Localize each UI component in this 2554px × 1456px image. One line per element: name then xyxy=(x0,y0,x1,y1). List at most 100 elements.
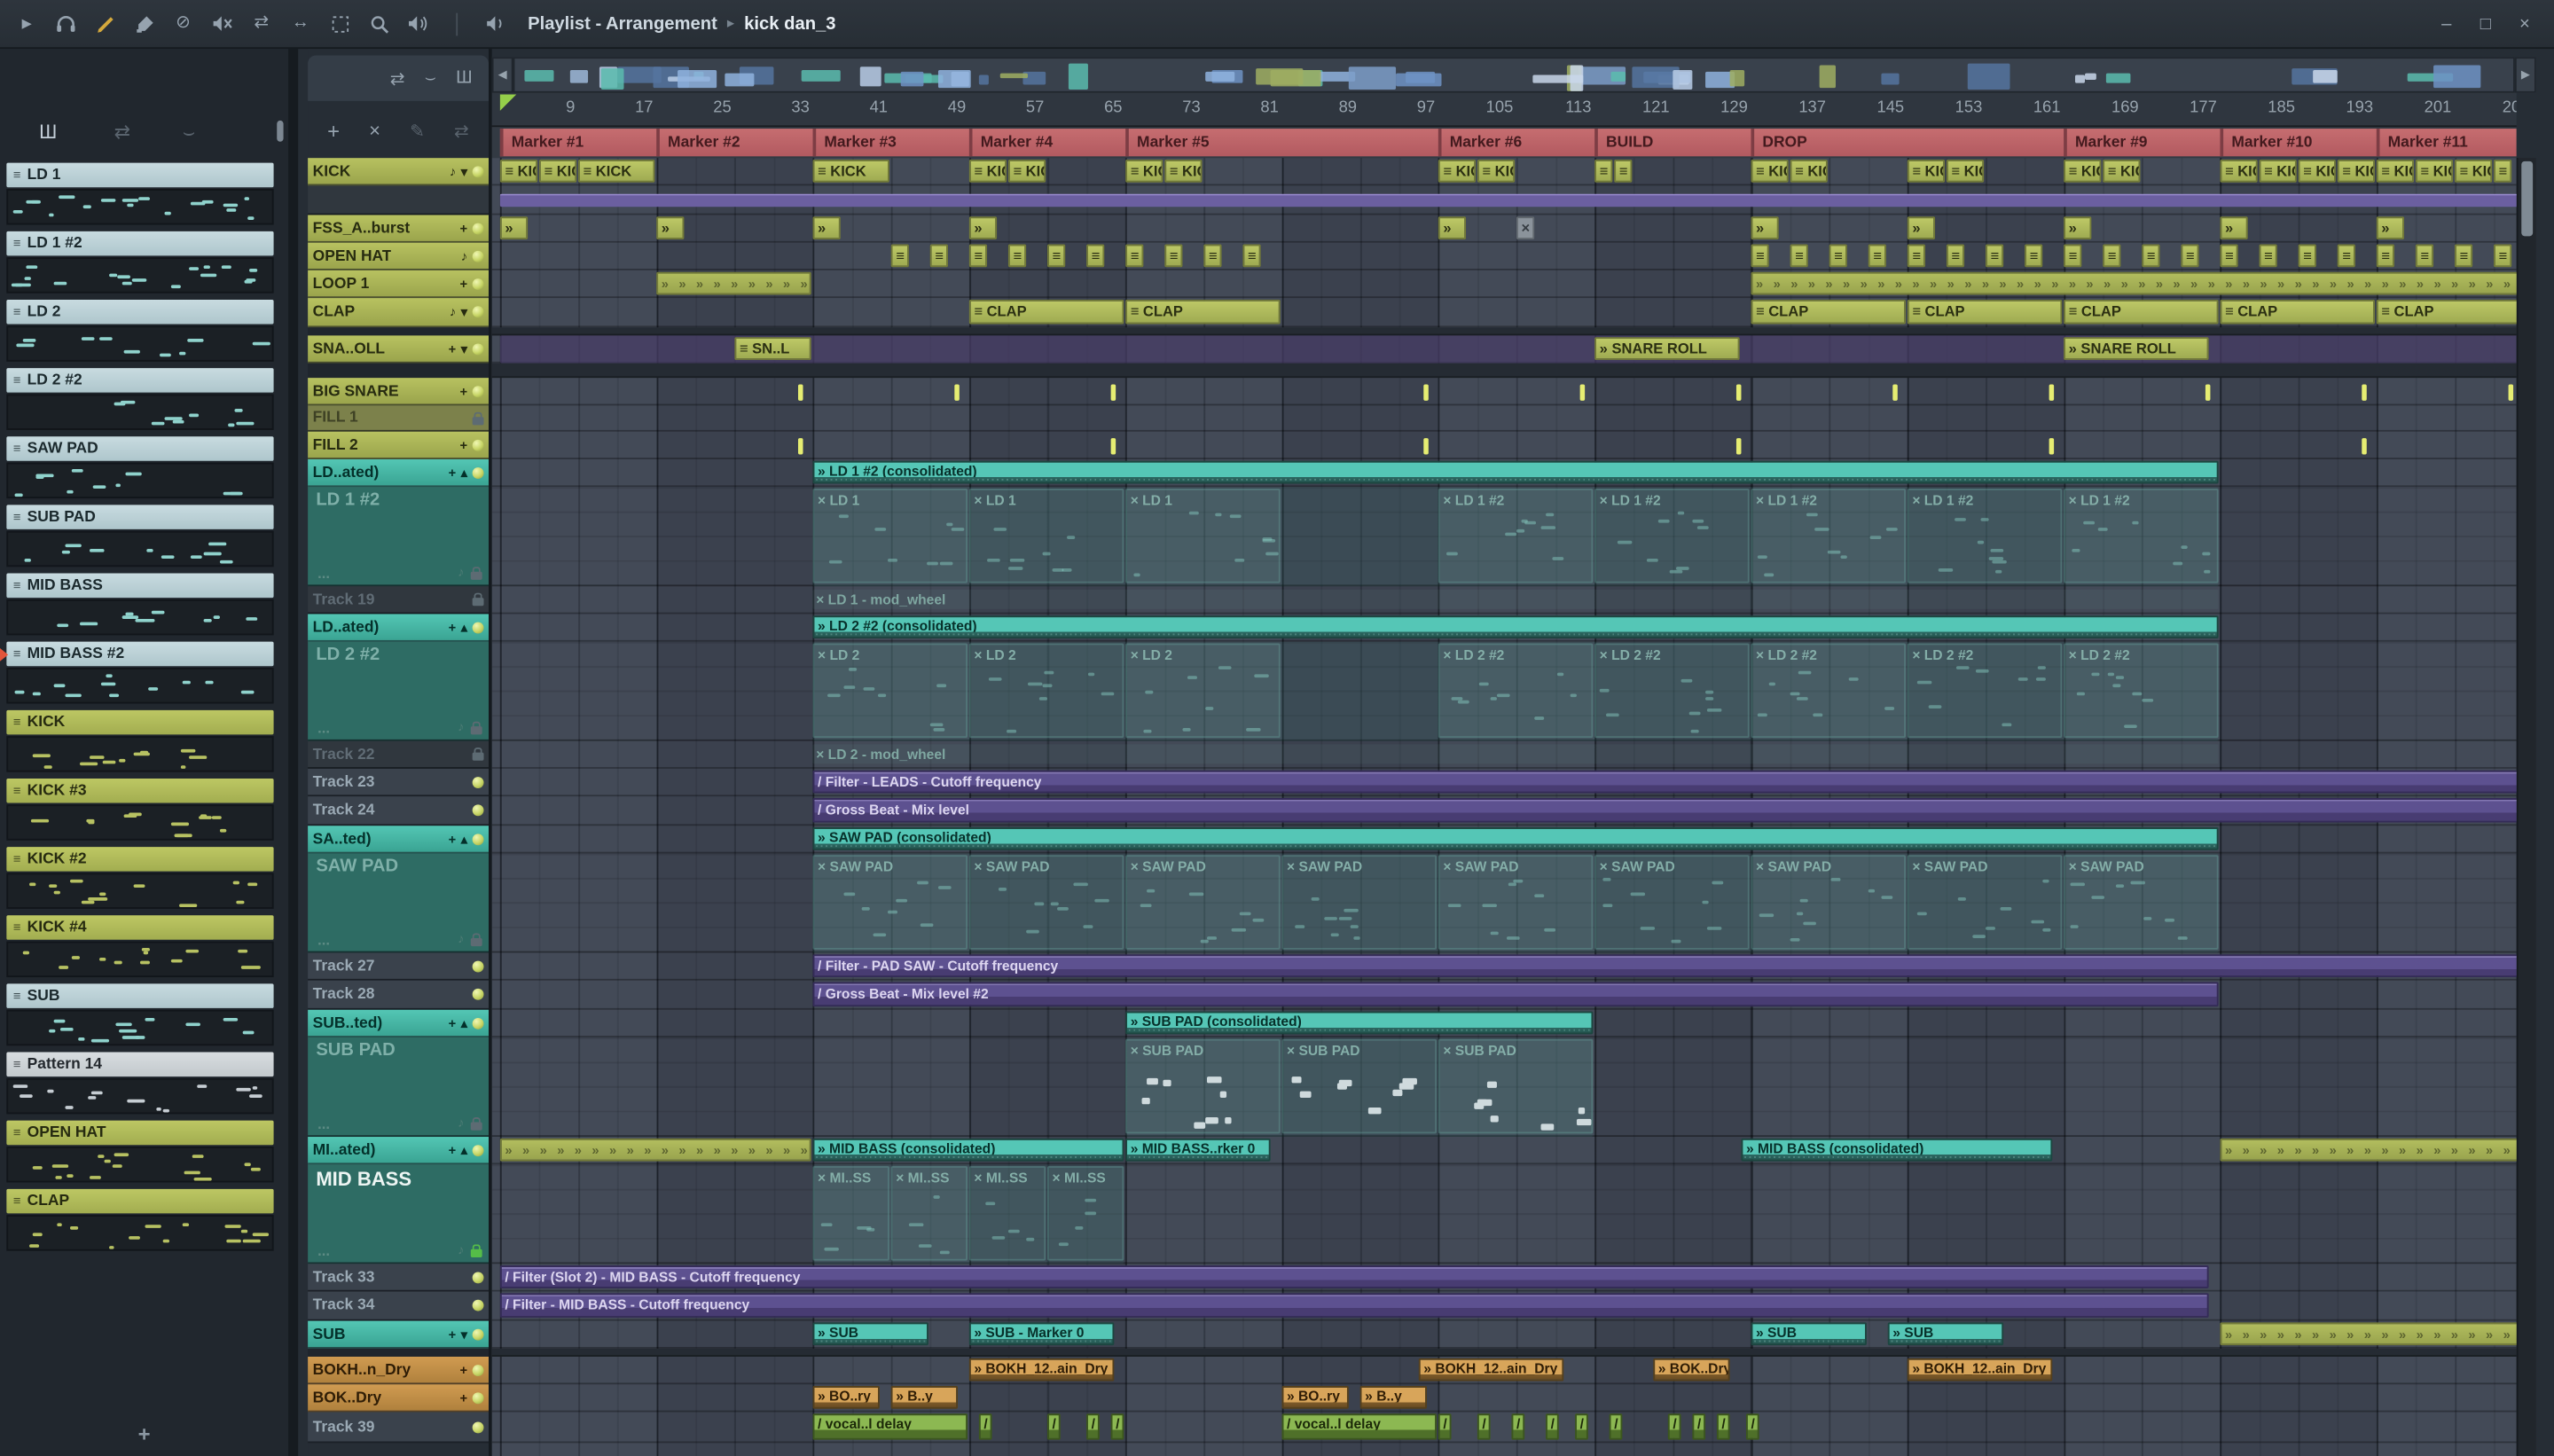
clip-chev[interactable]: » xyxy=(812,216,841,239)
playlist-lane-loop1[interactable]: » » » » » » » » » » » » » » » » » » » » … xyxy=(491,270,2517,299)
track-name[interactable]: FILL 1 xyxy=(313,409,358,427)
clip-ghost[interactable]: × LD 2 #2 xyxy=(2064,643,2219,739)
playlist-lane-t24[interactable]: / Gross Beat - Mix level xyxy=(491,796,2517,826)
move-icon[interactable]: + xyxy=(449,1142,457,1157)
pattern-item[interactable]: ≡ KICK #2 xyxy=(6,847,274,909)
clip-audioor[interactable]: » B..y xyxy=(1359,1386,1427,1409)
note-icon[interactable]: ♪ xyxy=(461,248,467,263)
clip-pat[interactable]: ≡ xyxy=(2064,244,2082,268)
clip-pat[interactable]: ≡ KICK xyxy=(1125,159,1163,183)
move-icon[interactable]: + xyxy=(460,1390,468,1405)
note-icon[interactable]: ♪ xyxy=(450,164,456,179)
clip-pat[interactable]: ≡ CLAP xyxy=(1751,299,1906,325)
move-icon[interactable]: + xyxy=(449,465,457,480)
clip-ghost[interactable]: × LD 2 #2 xyxy=(1751,643,1906,739)
clip-autog[interactable]: / xyxy=(1438,1413,1452,1440)
clip-ghost[interactable]: × SAW PAD xyxy=(1751,855,1906,950)
track-name[interactable]: BOK..Dry xyxy=(313,1389,382,1406)
pattern-chip[interactable]: ≡ LD 2 xyxy=(6,299,274,325)
track-header-ld2c[interactable]: LD..ated) + ▴ xyxy=(308,614,490,642)
clip-pat[interactable]: ≡ xyxy=(968,244,988,268)
collapse-down-icon[interactable]: ▾ xyxy=(461,1327,467,1342)
pattern-chip[interactable]: ≡ OPEN HAT xyxy=(6,1120,274,1146)
loop-start-flag-icon[interactable] xyxy=(499,94,517,111)
clip-audio[interactable]: » MID BASS (consolidated) xyxy=(1741,1138,2053,1162)
clip-chev[interactable]: » xyxy=(968,216,998,239)
lock-icon[interactable] xyxy=(472,411,484,425)
clip-audio[interactable]: » SAW PAD (consolidated) xyxy=(812,827,2219,850)
track-name[interactable]: Track 24 xyxy=(313,802,375,819)
track-led[interactable] xyxy=(472,1017,484,1029)
clip-ghost[interactable]: × MI..SS xyxy=(968,1166,1046,1261)
track-led[interactable] xyxy=(472,1144,484,1156)
clip-audio[interactable]: » SUB PAD (consolidated) xyxy=(1125,1011,1594,1035)
clip-tick[interactable] xyxy=(797,438,803,455)
close-button[interactable]: × xyxy=(2509,7,2542,40)
track-header-t34[interactable]: Track 34 xyxy=(308,1291,490,1321)
pattern-item[interactable]: ≡ KICK #4 xyxy=(6,915,274,978)
track-header-clap[interactable]: CLAP ♪ ▾ xyxy=(308,298,490,328)
timeline-marker[interactable]: BUILD xyxy=(1594,129,1653,157)
move-icon[interactable]: + xyxy=(449,1015,457,1030)
clip-autog[interactable]: / xyxy=(1511,1413,1525,1440)
timeline-marker[interactable]: Marker #10 xyxy=(2220,129,2313,157)
playlist-lane-ld1g[interactable]: × LD 1 × LD 1 × LD 1 × LD 1 #2 × LD 1 #2 × LD… xyxy=(491,487,2517,587)
clip-chevrun[interactable]: » » » » » » » » » » » » » » » » » » » » … xyxy=(499,1138,811,1162)
clip-audio[interactable]: » MID BASS..rker 0 xyxy=(1125,1138,1271,1162)
clip-autog[interactable]: / xyxy=(1047,1413,1061,1440)
timeline-marker[interactable]: Marker #5 xyxy=(1125,129,1210,157)
clip-ghost[interactable]: × LD 2 xyxy=(968,643,1124,739)
clip-pat[interactable]: ≡ KICK xyxy=(538,159,577,183)
move-icon[interactable]: + xyxy=(460,384,468,399)
track-name[interactable]: OPEN HAT xyxy=(313,247,392,264)
clip-tick[interactable] xyxy=(1423,384,1429,401)
breadcrumb-title[interactable]: Playlist - Arrangement xyxy=(528,14,717,34)
clip-tick[interactable] xyxy=(1735,438,1742,455)
playlist-lane-subpc[interactable]: » SUB PAD (consolidated) xyxy=(491,1010,2517,1037)
clip-pat[interactable]: ≡ KICK xyxy=(2337,159,2375,183)
track-header-ld1c[interactable]: LD..ated) + ▴ xyxy=(308,458,490,488)
clip-pat[interactable]: ≡ xyxy=(2415,244,2434,268)
playlist-lane-midg[interactable]: × MI..SS × MI..SS × MI..SS × MI..SS xyxy=(491,1164,2517,1264)
playlist-lane-ld2g[interactable]: × LD 2 × LD 2 × LD 2 × LD 2 #2 × LD 2 #2 × LD… xyxy=(491,641,2517,741)
clip-pat[interactable]: ≡ CLAP xyxy=(1125,299,1281,325)
playlist-lane-sep2[interactable] xyxy=(491,363,2517,379)
clip-ghost[interactable]: × MI..SS xyxy=(1047,1166,1124,1261)
clip-audioor[interactable]: » BOKH_12..ain_Dry xyxy=(968,1358,1115,1382)
pattern-scrollbar[interactable] xyxy=(277,120,284,142)
track-header-t23[interactable]: Track 23 xyxy=(308,768,490,797)
track-name[interactable]: Track 27 xyxy=(313,957,375,975)
playlist-lane-a1[interactable] xyxy=(491,185,2517,215)
maximize-button[interactable]: □ xyxy=(2469,7,2502,40)
move-icon[interactable]: + xyxy=(449,341,457,356)
note-icon[interactable]: ♪ xyxy=(450,304,456,319)
clip-ghost[interactable]: × LD 1 xyxy=(812,489,968,583)
clip-chev[interactable]: » xyxy=(2064,216,2092,239)
move-icon[interactable]: + xyxy=(449,832,457,847)
disable-tool-icon[interactable]: ⊘ xyxy=(169,10,197,37)
playlist-lane-ld1c[interactable]: » LD 1 #2 (consolidated) xyxy=(491,459,2517,488)
clip-pat[interactable]: ≡ xyxy=(1946,244,1965,268)
playlist-lane-fill1[interactable] xyxy=(491,405,2517,432)
clip-autog[interactable]: / xyxy=(1609,1413,1623,1440)
track-header-sub[interactable]: SUB + ▾ xyxy=(308,1320,490,1349)
clip-autog[interactable]: / xyxy=(1716,1413,1730,1440)
timeline-marker[interactable]: Marker #1 xyxy=(499,129,584,157)
clip-ghost[interactable]: × SUB PAD xyxy=(1281,1038,1437,1134)
move-icon[interactable]: + xyxy=(460,276,468,291)
clip-audioor[interactable]: » BOKH_12..ain_Dry xyxy=(1907,1358,2053,1382)
timeline-marker[interactable]: Marker #4 xyxy=(968,129,1053,157)
clip-audio[interactable]: » SUB xyxy=(1751,1322,1867,1346)
lock-icon[interactable] xyxy=(470,720,482,734)
pattern-item[interactable]: ≡ MID BASS #2 xyxy=(0,641,274,704)
clip-pat[interactable]: ≡ KICK xyxy=(1164,159,1203,183)
clip-tick[interactable] xyxy=(954,384,960,401)
clip-pat[interactable]: ≡ xyxy=(1829,244,1847,268)
pattern-grid-icon[interactable]: Ш xyxy=(456,68,473,88)
pattern-chip[interactable]: ≡ LD 2 #2 xyxy=(6,368,274,393)
track-led[interactable] xyxy=(472,1327,484,1340)
clip-pat[interactable]: ≡ xyxy=(2376,244,2394,268)
track-led[interactable] xyxy=(472,1299,484,1311)
clip-auto[interactable]: / Filter (Slot 2) - MID BASS - Cutoff fr… xyxy=(499,1265,2209,1288)
track-name[interactable]: Track 39 xyxy=(313,1418,375,1436)
